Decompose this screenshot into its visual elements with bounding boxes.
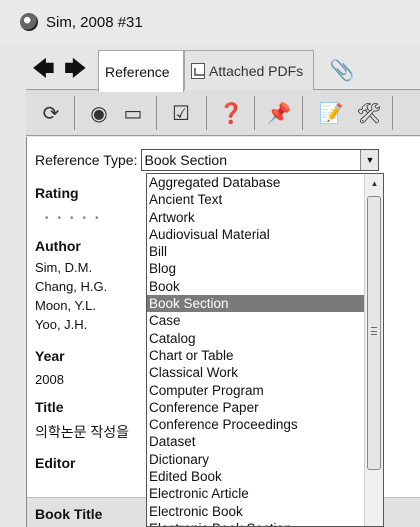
toolbar-divider (206, 96, 207, 130)
reference-type-row: Reference Type: Book Section ▼ (35, 149, 380, 171)
dropdown-scrollbar[interactable]: ▲ (364, 174, 383, 526)
dropdown-option[interactable]: Dictionary (147, 451, 365, 468)
dropdown-option[interactable]: Catalog (147, 330, 365, 347)
pin-icon[interactable]: 📌 (264, 98, 294, 128)
dropdown-option[interactable]: Conference Paper (147, 399, 365, 416)
editor-label: Editor (35, 455, 76, 471)
dropdown-option[interactable]: Computer Program (147, 382, 365, 399)
rating-stars[interactable]: ••••• (45, 213, 108, 224)
author-entry: Yoo, J.H. (35, 317, 88, 332)
dropdown-option[interactable]: Chart or Table (147, 347, 365, 364)
toolbar-divider (156, 96, 157, 130)
dropdown-option[interactable]: Audiovisual Material (147, 226, 365, 243)
title-bar: Sim, 2008 #31 (0, 0, 420, 44)
dropdown-option[interactable]: Electronic Book (147, 503, 365, 520)
toolbar-divider (74, 96, 75, 130)
dropdown-option[interactable]: Book (147, 278, 365, 295)
dropdown-option[interactable]: Electronic Book Section (147, 520, 365, 526)
book-title-label: Book Title (35, 506, 103, 522)
title-field[interactable]: 의학논문 작성을 (35, 423, 129, 442)
title-label: Title (35, 399, 64, 415)
toolbar-divider (302, 96, 303, 130)
dropdown-option[interactable]: Aggregated Database (147, 174, 365, 191)
dropdown-option[interactable]: Bill (147, 243, 365, 260)
window-title: Sim, 2008 #31 (46, 13, 143, 31)
chevron-down-icon[interactable]: ▼ (360, 150, 379, 170)
author-entry: Chang, H.G. (35, 279, 108, 294)
dropdown-option[interactable]: Book Section (147, 295, 365, 313)
dropdown-option[interactable]: Case (147, 312, 365, 329)
year-field[interactable]: 2008 (35, 370, 64, 389)
grip-icon (371, 327, 377, 335)
dropdown-option[interactable]: Electronic Article (147, 485, 365, 502)
folder-icon[interactable]: ▭ (118, 98, 148, 128)
globe-icon[interactable]: ◉ (84, 98, 114, 128)
author-entry: Sim, D.M. (35, 260, 93, 275)
tab-attached-pdfs[interactable]: Attached PDFs (184, 50, 314, 91)
author-field[interactable]: Sim, D.M. Chang, H.G. Moon, Y.L. Yoo, J.… (35, 258, 107, 334)
tab-attached-pdfs-label: Attached PDFs (209, 63, 304, 79)
tab-bar: 🡄 🡆 Reference Attached PDFs 📎 (26, 48, 420, 92)
dropdown-option[interactable]: Dataset (147, 433, 365, 450)
refresh-icon[interactable]: ⟳ (36, 98, 66, 128)
toolbar: ⟳ ◉ ▭ ☑ ❓ 📌 📝 🛠 (26, 90, 420, 136)
scrollbar-thumb[interactable] (367, 196, 381, 470)
dropdown-options: Aggregated Database Ancient Text Artwork Au… (147, 174, 365, 526)
reference-type-value: Book Section (144, 152, 227, 168)
author-label: Author (35, 238, 81, 254)
author-entry: Moon, Y.L. (35, 298, 96, 313)
scroll-up-icon[interactable]: ▲ (365, 176, 383, 192)
find-text-icon[interactable]: ❓ (216, 98, 246, 128)
dropdown-option[interactable]: Artwork (147, 209, 365, 226)
reference-type-select[interactable]: Book Section ▼ (141, 149, 380, 171)
dropdown-option[interactable]: Ancient Text (147, 191, 365, 208)
endnote-app-icon (20, 13, 38, 31)
tools-icon[interactable]: 🛠 (354, 98, 384, 128)
reference-type-label: Reference Type: (35, 152, 138, 168)
reference-type-dropdown[interactable]: Aggregated Database Ancient Text Artwork Au… (146, 173, 384, 527)
dropdown-option[interactable]: Classical Work (147, 364, 365, 381)
dropdown-option[interactable]: Blog (147, 260, 365, 277)
toolbar-divider (392, 96, 393, 130)
reference-window: Sim, 2008 #31 🡄 🡆 Reference Attached PDF… (0, 0, 420, 527)
left-arrow-icon[interactable]: 🡄 (32, 58, 55, 80)
pdf-icon (191, 63, 205, 79)
tab-reference-label: Reference (105, 63, 170, 80)
year-label: Year (35, 348, 65, 364)
toolbar-divider (254, 96, 255, 130)
attachment-icon[interactable]: 📎 (322, 50, 362, 91)
check-document-icon[interactable]: ☑ (166, 98, 196, 128)
right-arrow-icon[interactable]: 🡆 (64, 58, 87, 80)
dropdown-option[interactable]: Edited Book (147, 468, 365, 485)
edit-document-icon[interactable]: 📝 (316, 98, 346, 128)
tab-reference[interactable]: Reference (98, 50, 184, 92)
rating-label: Rating (35, 185, 79, 201)
dropdown-option[interactable]: Conference Proceedings (147, 416, 365, 433)
